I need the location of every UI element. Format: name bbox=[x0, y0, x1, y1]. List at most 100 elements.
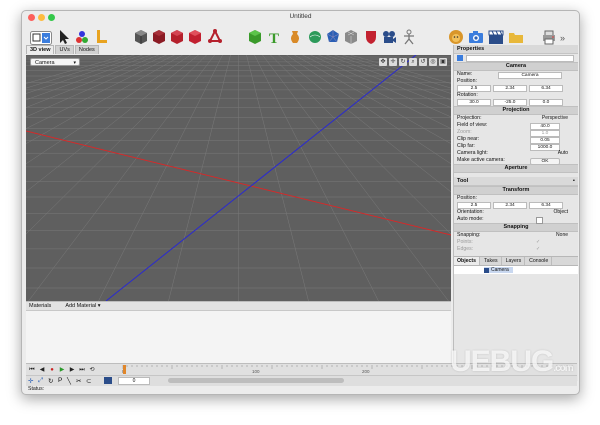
pan-view-icon[interactable]: ✛ bbox=[389, 58, 397, 66]
make-active-row: Make active camera: OK bbox=[454, 157, 578, 165]
materials-label: Materials bbox=[29, 303, 52, 309]
playback-controls: ⏮ ◀ ● ▶ ▶ ⏭ ⟲ bbox=[28, 366, 96, 374]
viewport-grid bbox=[26, 55, 451, 301]
cube-red-icon[interactable] bbox=[170, 29, 184, 47]
projection-label: Projection: bbox=[457, 115, 482, 121]
prev-frame-icon[interactable]: ◀ bbox=[38, 366, 46, 374]
edges-row: Edges: ✓ bbox=[454, 246, 578, 253]
vase-icon[interactable] bbox=[288, 29, 302, 47]
minimize-window-button[interactable] bbox=[38, 14, 45, 21]
shield-icon[interactable] bbox=[364, 29, 378, 47]
rotation-label: Rotation: bbox=[457, 92, 478, 98]
camera-select-label: Camera bbox=[35, 60, 55, 66]
points-label: Points: bbox=[457, 239, 473, 245]
projection-section-header: Projection bbox=[454, 106, 578, 115]
window-title: Untitled bbox=[289, 13, 312, 20]
fit-view-icon[interactable]: ◎ bbox=[429, 58, 437, 66]
rotation-y-field[interactable]: -25.0 bbox=[493, 99, 527, 106]
orientation-select[interactable]: Object bbox=[554, 209, 568, 216]
tab-console[interactable]: Console bbox=[526, 257, 553, 265]
timeline-scrollbar[interactable] bbox=[168, 378, 344, 383]
polyhedron-icon[interactable] bbox=[326, 29, 340, 47]
tab-layers[interactable]: Layers bbox=[503, 257, 526, 265]
loop-icon[interactable]: ⟲ bbox=[88, 366, 96, 374]
tick-label: 100 bbox=[252, 369, 260, 374]
tool-position-fields: 2.5 2.34 6.34 bbox=[454, 202, 578, 209]
next-frame-icon[interactable]: ▶ bbox=[68, 366, 76, 374]
position-x-field[interactable]: 2.5 bbox=[457, 85, 491, 92]
tool-position-y-field[interactable]: 2.34 bbox=[493, 202, 527, 209]
line-tool-icon[interactable]: ╲ bbox=[67, 377, 71, 385]
pen-tool-icon[interactable]: P bbox=[58, 377, 62, 384]
auto-mode-checkbox[interactable] bbox=[536, 217, 543, 224]
play-icon[interactable]: ▶ bbox=[58, 366, 66, 374]
record-icon[interactable]: ● bbox=[48, 366, 56, 374]
cube-gray-icon[interactable] bbox=[134, 29, 148, 47]
move-view-icon[interactable]: ✥ bbox=[379, 58, 387, 66]
frame-field[interactable]: 0 bbox=[118, 377, 150, 385]
clip-near-row: Clip near: 0.05 bbox=[454, 136, 578, 144]
properties-search-input[interactable] bbox=[466, 55, 574, 62]
cube-crimson-icon[interactable] bbox=[188, 29, 202, 47]
magnet-tool-icon[interactable]: ⊂ bbox=[86, 377, 91, 385]
position-y-field[interactable]: 2.34 bbox=[493, 85, 527, 92]
orbit-view-icon[interactable]: ↻ bbox=[399, 58, 407, 66]
list-item[interactable]: Camera bbox=[484, 267, 513, 273]
first-frame-icon[interactable]: ⏮ bbox=[28, 366, 36, 374]
make-active-label: Make active camera: bbox=[457, 157, 505, 163]
projection-row: Projection: Perspective bbox=[454, 115, 578, 122]
rotation-x-field[interactable]: 30.0 bbox=[457, 99, 491, 106]
tool-position-x-field[interactable]: 2.5 bbox=[457, 202, 491, 209]
frame-view-icon[interactable]: ▣ bbox=[439, 58, 447, 66]
points-checkbox: ✓ bbox=[536, 239, 541, 245]
orientation-row: Orientation: Object bbox=[454, 209, 578, 216]
last-frame-icon[interactable]: ⏭ bbox=[78, 366, 86, 374]
zoom-view-icon[interactable]: ⌕ bbox=[409, 58, 417, 66]
tool-title: Tool ▪ bbox=[454, 177, 578, 186]
rotation-label-row: Rotation: bbox=[454, 92, 578, 99]
cube-red-dark-icon[interactable] bbox=[152, 29, 166, 47]
scale-tool-icon[interactable]: ⤢ bbox=[38, 377, 43, 385]
sphere-icon[interactable] bbox=[308, 29, 322, 47]
make-active-ok-button[interactable]: OK bbox=[530, 158, 560, 165]
add-cube-icon[interactable] bbox=[248, 29, 262, 47]
extrude-icon[interactable] bbox=[208, 29, 222, 47]
auto-mode-label: Auto mode: bbox=[457, 216, 484, 222]
rotation-z-field[interactable]: 0.0 bbox=[529, 99, 563, 106]
camera-light-select[interactable]: Auto bbox=[558, 150, 568, 157]
grid-cube-icon[interactable] bbox=[344, 29, 358, 47]
name-label: Name: bbox=[457, 71, 473, 77]
playhead[interactable] bbox=[123, 365, 126, 374]
3d-viewport[interactable]: Camera ▾ ✥ ✛ ↻ ⌕ ↺ ◎ ▣ bbox=[26, 55, 451, 301]
zoom-window-button[interactable] bbox=[48, 14, 55, 21]
camera-object-icon[interactable] bbox=[382, 29, 396, 47]
viewport-nav-icons: ✥ ✛ ↻ ⌕ ↺ ◎ ▣ bbox=[379, 58, 447, 66]
objects-list: Camera bbox=[454, 266, 578, 274]
tab-objects[interactable]: Objects bbox=[454, 257, 481, 265]
close-window-button[interactable] bbox=[28, 14, 35, 21]
lock-icon[interactable]: ▪ bbox=[573, 177, 575, 185]
clip-far-row: Clip far: 1000.0 bbox=[454, 143, 578, 151]
text-tool-icon[interactable]: T bbox=[268, 29, 282, 47]
add-material-button[interactable]: Add Material ▾ bbox=[65, 302, 100, 310]
tab-takes[interactable]: Takes bbox=[481, 257, 502, 265]
position-z-field[interactable]: 6.34 bbox=[529, 85, 563, 92]
rotate-tool-icon[interactable]: ↻ bbox=[48, 377, 53, 385]
rotate-view-icon[interactable]: ↺ bbox=[419, 58, 427, 66]
materials-panel: Materials Add Material ▾ bbox=[26, 301, 451, 364]
tab-3d-view[interactable]: 3D view bbox=[26, 45, 55, 54]
snapping-select[interactable]: None bbox=[556, 232, 568, 239]
projection-select[interactable]: Perspective bbox=[542, 115, 568, 122]
camera-light-label: Camera light: bbox=[457, 150, 488, 156]
tool-position-z-field[interactable]: 6.34 bbox=[529, 202, 563, 209]
tab-nodes[interactable]: Nodes bbox=[74, 45, 99, 54]
tab-uvs[interactable]: UVs bbox=[55, 45, 74, 54]
transform-section-header: Transform bbox=[454, 186, 578, 195]
move-tool-icon[interactable]: ✛ bbox=[28, 377, 33, 385]
knife-tool-icon[interactable]: ✂ bbox=[76, 377, 81, 385]
camera-object-icon bbox=[457, 55, 463, 61]
rotation-fields: 30.0 -25.0 0.0 bbox=[454, 99, 578, 106]
z-axis-line bbox=[105, 55, 417, 301]
camera-select[interactable]: Camera ▾ bbox=[30, 58, 80, 66]
figure-icon[interactable] bbox=[402, 29, 416, 47]
